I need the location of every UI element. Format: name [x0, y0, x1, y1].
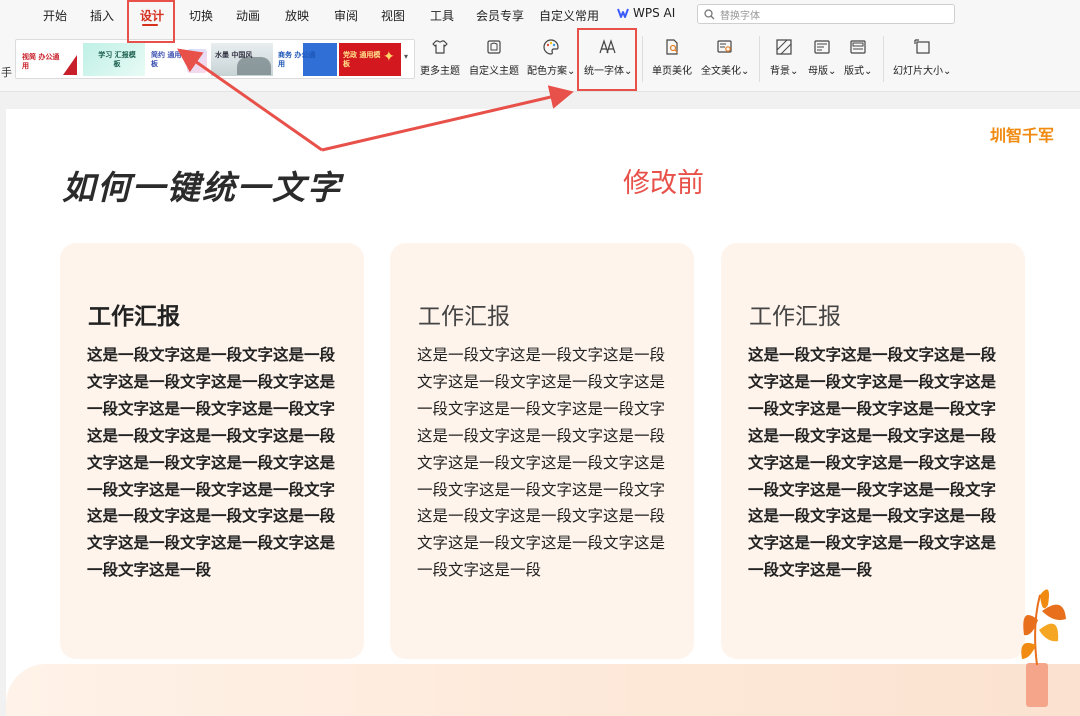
full-beautify-icon	[717, 40, 732, 53]
master-button[interactable]: 母版⌄	[808, 38, 836, 77]
more-themes-button[interactable]: 更多主题	[420, 38, 460, 77]
theme-label: 学习 汇报模板	[98, 51, 136, 68]
card-body: 这是一段文字这是一段文字这是一段文字这是一段文字这是一段文字这是一段文字这是一段…	[87, 346, 336, 580]
tab-review[interactable]: 审阅	[334, 7, 358, 24]
theme-label: 视简 办公通用	[22, 53, 60, 70]
shirt-icon	[432, 40, 448, 54]
background-icon	[776, 39, 792, 55]
slide-title[interactable]: 如何一键统一文字	[62, 161, 342, 209]
content-card[interactable]: 工作汇报 这是一段文字这是一段文字这是一段文字这是一段文字这是一段文字这是一段文…	[60, 243, 364, 659]
ribbon-divider	[883, 36, 884, 82]
layout-button[interactable]: 版式⌄	[844, 38, 872, 77]
slide-canvas[interactable]: 圳智千军 如何一键统一文字 修改前 工作汇报 这是一段文字这是一段文字这是一段文…	[6, 109, 1080, 716]
before-label[interactable]: 修改前	[623, 161, 704, 200]
wps-ai-label: WPS AI	[633, 6, 676, 20]
full-beautify-button[interactable]: 全文美化⌄	[701, 38, 749, 77]
ribbon-divider	[642, 36, 643, 82]
design-tab-highlight	[127, 0, 175, 43]
card-body: 这是一段文字这是一段文字这是一段文字这是一段文字这是一段文字这是一段文字这是一段…	[417, 346, 666, 580]
tab-tools[interactable]: 工具	[430, 7, 454, 24]
theme-thumbnail[interactable]: 简约 通用模板	[147, 43, 209, 76]
ribbon-divider	[759, 36, 760, 82]
search-icon	[704, 8, 715, 19]
slide-size-label: 幻灯片大小⌄	[893, 66, 952, 77]
theme-thumbnail[interactable]: ✦ 党政 通用模板	[339, 43, 401, 76]
content-card[interactable]: 工作汇报 这是一段文字这是一段文字这是一段文字这是一段文字这是一段文字这是一段文…	[390, 243, 694, 659]
ribbon-cutoff-label: 手	[1, 66, 12, 79]
layout-label: 版式⌄	[844, 66, 873, 77]
full-beautify-label: 全文美化⌄	[701, 66, 750, 77]
custom-theme-icon	[487, 40, 501, 54]
brand-logo-text: 圳智千军	[990, 126, 1055, 145]
tab-home[interactable]: 开始	[43, 7, 67, 24]
theme-thumbnail[interactable]: 商务 办公通用	[275, 43, 337, 76]
theme-label: 党政 通用模板	[343, 51, 381, 68]
theme-thumbnail[interactable]: 视简 办公通用	[19, 43, 81, 76]
theme-gallery: 视简 办公通用 学习 汇报模板 简约 通用模板 水墨 中国风 商务 办公通用 ✦…	[15, 39, 415, 79]
content-card[interactable]: 工作汇报 这是一段文字这是一段文字这是一段文字这是一段文字这是一段文字这是一段文…	[721, 243, 1025, 659]
tab-slideshow[interactable]: 放映	[285, 7, 309, 24]
palette-icon	[543, 39, 559, 55]
unify-font-highlight	[577, 28, 637, 91]
tab-custom-common[interactable]: 自定义常用	[539, 7, 599, 24]
theme-label: 商务 办公通用	[278, 51, 316, 68]
slide-bottom-band	[6, 664, 1080, 716]
background-label: 背景⌄	[770, 66, 799, 77]
custom-theme-label: 自定义主题	[469, 66, 519, 77]
card-title: 工作汇报	[88, 304, 180, 330]
page-beautify-icon	[666, 39, 678, 55]
wps-ai-icon	[617, 8, 629, 18]
search-placeholder: 替换字体	[720, 10, 760, 22]
page-beautify-button[interactable]: 单页美化	[652, 38, 692, 77]
theme-label: 简约 通用模板	[151, 51, 189, 68]
color-scheme-label: 配色方案⌄	[527, 66, 576, 77]
wps-ai-button[interactable]: WPS AI	[617, 6, 675, 20]
tab-transitions[interactable]: 切换	[189, 7, 213, 24]
plant-decoration	[1021, 589, 1066, 707]
card-body: 这是一段文字这是一段文字这是一段文字这是一段文字这是一段文字这是一段文字这是一段…	[748, 345, 997, 580]
page-beautify-label: 单页美化	[652, 66, 692, 77]
theme-label: 水墨 中国风	[215, 51, 253, 59]
slide-size-icon	[914, 39, 930, 54]
theme-thumbnail[interactable]: 水墨 中国风	[211, 43, 273, 76]
card-title: 工作汇报	[418, 304, 510, 330]
layout-icon	[850, 40, 866, 54]
master-label: 母版⌄	[808, 66, 837, 77]
search-input[interactable]: 替换字体	[697, 4, 955, 24]
theme-thumbnail[interactable]: 学习 汇报模板	[83, 43, 145, 76]
card-title: 工作汇报	[749, 304, 841, 330]
tab-animations[interactable]: 动画	[236, 7, 260, 24]
custom-theme-button[interactable]: 自定义主题	[469, 38, 519, 77]
more-themes-label: 更多主题	[420, 66, 460, 77]
slide-size-button[interactable]: 幻灯片大小⌄	[893, 38, 951, 77]
theme-gallery-expand-icon[interactable]: ▾	[404, 52, 408, 61]
master-icon	[814, 40, 830, 54]
color-scheme-button[interactable]: 配色方案⌄	[527, 38, 575, 77]
tab-member[interactable]: 会员专享	[476, 7, 524, 24]
tab-view[interactable]: 视图	[381, 7, 405, 24]
background-button[interactable]: 背景⌄	[770, 38, 798, 77]
tab-insert[interactable]: 插入	[90, 7, 114, 24]
